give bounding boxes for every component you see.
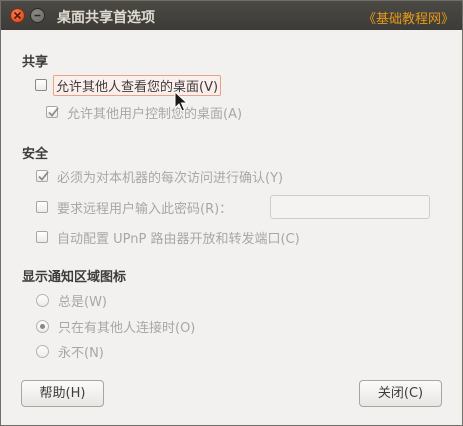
notification-heading: 显示通知区域图标 (22, 270, 127, 285)
upnp-option[interactable]: 自动配置 UPnP 路由器开放和转发端口(C) (36, 227, 300, 247)
require-password-label: 要求远程用户输入此密码(R)： (57, 201, 233, 217)
notify-never-radio[interactable] (36, 344, 49, 358)
mouse-cursor-icon (174, 91, 188, 112)
allow-control-checkbox[interactable] (46, 106, 59, 118)
require-password-option[interactable]: 要求远程用户输入此密码(R)： (36, 197, 232, 217)
radio-selected-dot (40, 323, 45, 329)
confirm-each-checkbox[interactable] (36, 170, 49, 182)
allow-view-checkbox[interactable] (35, 79, 47, 91)
allow-control-label: 允许其他用户控制您的桌面(A) (67, 106, 243, 122)
confirm-each-label: 必须为对本机器的每次访问进行确认(Y) (57, 170, 284, 186)
require-password-checkbox[interactable] (36, 201, 48, 213)
close-icon[interactable] (10, 8, 25, 23)
check-mark-icon (38, 171, 49, 181)
dialog-window: 桌面共享首选项 《基础教程网》 共享 允许其他人查看您的桌面(V) 允许其他用户… (0, 0, 463, 426)
security-heading: 安全 (22, 147, 49, 162)
allow-control-option[interactable]: 允许其他用户控制您的桌面(A) (46, 102, 242, 122)
notify-on-connect-radio[interactable] (36, 319, 49, 333)
title-bar[interactable]: 桌面共享首选项 《基础教程网》 (1, 1, 462, 30)
minimize-icon[interactable] (30, 8, 45, 23)
allow-view-option[interactable]: 允许其他人查看您的桌面(V) (35, 74, 222, 96)
notify-always-option[interactable]: 总是(W) (36, 290, 107, 310)
confirm-each-option[interactable]: 必须为对本机器的每次访问进行确认(Y) (36, 166, 283, 186)
notify-always-radio[interactable] (36, 293, 49, 307)
upnp-label: 自动配置 UPnP 路由器开放和转发端口(C) (57, 231, 300, 247)
notify-never-option[interactable]: 永不(N) (36, 341, 104, 361)
check-mark-icon (48, 107, 59, 117)
notify-always-label: 总是(W) (58, 294, 107, 310)
password-input[interactable] (270, 195, 430, 219)
notify-on-connect-label: 只在有其他人连接时(O) (58, 320, 196, 336)
window-title: 桌面共享首选项 (57, 10, 155, 26)
help-button[interactable]: 帮助(H) (21, 380, 104, 407)
notify-never-label: 永不(N) (58, 345, 104, 361)
allow-view-label[interactable]: 允许其他人查看您的桌面(V) (53, 74, 222, 96)
watermark-text: 《基础教程网》 (362, 12, 454, 27)
upnp-checkbox[interactable] (36, 231, 48, 243)
notify-on-connect-option[interactable]: 只在有其他人连接时(O) (36, 316, 195, 336)
sharing-heading: 共享 (22, 55, 49, 70)
close-button[interactable]: 关闭(C) (359, 380, 442, 407)
